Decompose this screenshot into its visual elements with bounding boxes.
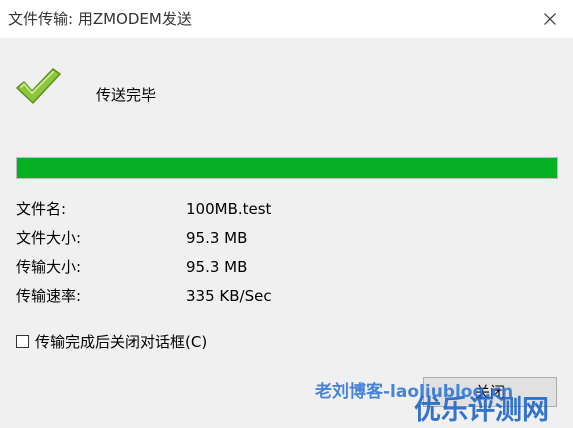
progress-fill xyxy=(17,158,557,178)
transferred-value: 95.3 MB xyxy=(186,258,248,276)
autoclose-checkbox-row[interactable]: 传输完成后关闭对话框(C) xyxy=(16,331,207,352)
filename-label: 文件名: xyxy=(16,200,67,218)
autoclose-label: 传输完成后关闭对话框(C) xyxy=(35,333,208,351)
transfer-status: 传送完毕 xyxy=(96,86,157,104)
window-title: 文件传输: 用ZMODEM发送 xyxy=(8,10,192,28)
filesize-label: 文件大小: xyxy=(16,229,82,247)
rate-label: 传输速率: xyxy=(16,287,82,305)
filename-value: 100MB.test xyxy=(186,200,272,218)
window-close-button[interactable] xyxy=(527,0,573,38)
close-icon xyxy=(544,13,556,25)
watermark-site: 优乐评测网 xyxy=(414,395,549,426)
autoclose-checkbox[interactable] xyxy=(16,335,29,348)
rate-value: 335 KB/Sec xyxy=(186,287,272,305)
checkmark-icon xyxy=(16,68,61,104)
dialog-body: 传送完毕 文件名: 100MB.test 文件大小: 95.3 MB 传输大小:… xyxy=(0,38,573,428)
title-bar[interactable]: 文件传输: 用ZMODEM发送 xyxy=(0,0,573,38)
filesize-value: 95.3 MB xyxy=(186,229,248,247)
progress-bar xyxy=(16,157,558,179)
file-transfer-dialog: 文件传输: 用ZMODEM发送 传送完毕 文件名: 100MB.test 文件大… xyxy=(0,0,573,428)
transferred-label: 传输大小: xyxy=(16,258,82,276)
